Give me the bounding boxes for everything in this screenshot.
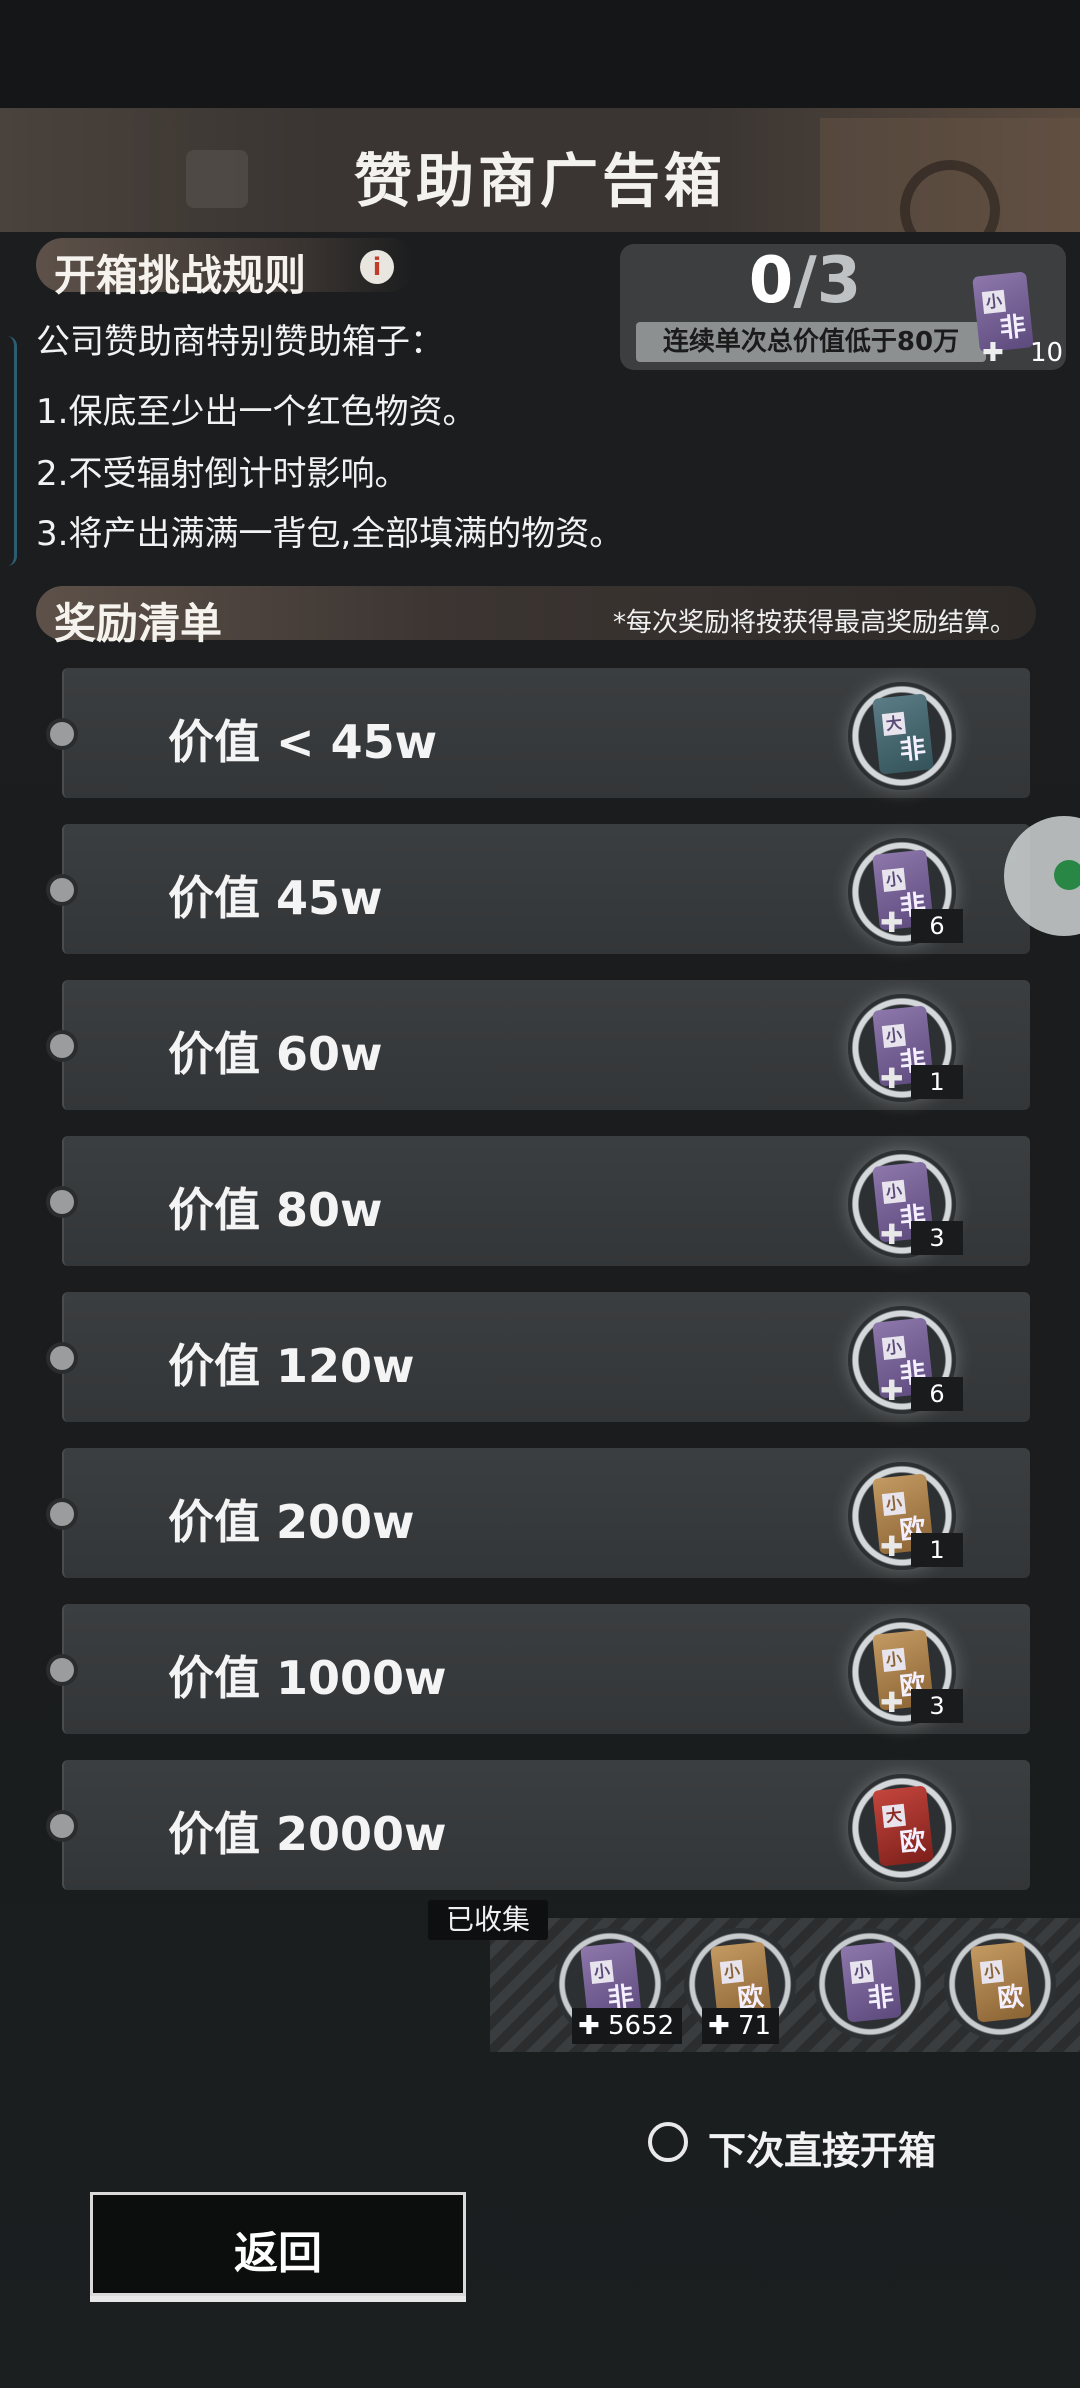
rules-line: 3.将产出满满一背包,全部填满的物资。 [36,514,624,554]
rewards-note: *每次奖励将按获得最高奖励结算。 [612,608,1016,638]
rewards-title-bar: 奖励清单 *每次奖励将按获得最高奖励结算。 [36,586,1036,648]
collected-count: ✚ 5652 [572,2008,683,2044]
puzzle-piece-icon: ✚ [708,2011,730,2041]
collected-bar: 小非 ✚ 5652 小欧 ✚ 71 小非 小欧 [490,1918,1080,2052]
chat-icon [1054,860,1080,890]
reward-medal[interactable]: 大欧 [848,1774,956,1882]
progress-current: 0 [748,244,794,318]
reward-qty: 6 [911,1377,963,1411]
reward-row-1000w: 价值 1000w 小欧 ✚ 3 [50,1604,1030,1734]
reward-qty: 1 [911,1533,963,1567]
progress-counter: 0/3 [620,244,990,318]
ticket-da-fei-icon: 大非 [872,693,934,775]
puzzle-piece-icon: ✚ [982,338,1004,368]
edge-handle [0,336,17,566]
challenge-progress-box: 0/3 连续单次总价值低于80万 小非 ✚ 10 [620,244,1066,370]
reward-label: 价值 2000w [168,1807,447,1861]
ticket-xiao-fei-icon: 小非 [840,1941,902,2023]
puzzle-piece-icon: ✚ [880,1686,904,1719]
bullet-dot [50,1658,74,1682]
bullet-dot [50,1346,74,1370]
reward-label: 价值 120w [168,1339,415,1393]
reward-row-2000w: 价值 2000w 大欧 [50,1760,1030,1890]
bullet-dot [50,722,74,746]
rules-title: 开箱挑战规则 [54,251,307,300]
progress-reward-qty: 10 [1030,338,1064,368]
reward-row-lt45w: 价值 < 45w 大非 [50,668,1030,798]
puzzle-piece-icon: ✚ [880,1218,904,1251]
reward-label: 价值 1000w [168,1651,447,1705]
collected-item[interactable]: 小欧 [944,1928,1056,2040]
ticket-xiao-ou-icon: 小欧 [970,1941,1032,2023]
radio-unchecked-icon[interactable] [648,2122,688,2162]
bullet-dot [50,878,74,902]
bullet-dot [50,1034,74,1058]
ticket-da-ou-icon: 大欧 [872,1785,934,1867]
reward-qty: 6 [911,909,963,943]
rewards-title: 奖励清单 [54,599,223,648]
bullet-dot [50,1190,74,1214]
reward-qty: 3 [911,1689,963,1723]
reward-qty: 1 [911,1065,963,1099]
bullet-dot [50,1814,74,1838]
info-icon[interactable]: i [360,250,394,284]
puzzle-piece-icon: ✚ [880,1062,904,1095]
reward-label: 价值 < 45w [168,715,438,769]
reward-row-200w: 价值 200w 小欧 ✚ 1 [50,1448,1030,1578]
puzzle-piece-icon: ✚ [578,2011,600,2041]
puzzle-piece-icon: ✚ [880,906,904,939]
page-title: 赞助商广告箱 [353,147,726,215]
back-button[interactable]: 返回 [90,2192,466,2296]
status-bar-area [0,0,1080,108]
reward-label: 价值 45w [168,871,383,925]
progress-total: /3 [793,244,862,318]
puzzle-piece-icon: ✚ [880,1374,904,1407]
reward-label: 价值 200w [168,1495,415,1549]
reward-row-120w: 价值 120w 小非 ✚ 6 [50,1292,1030,1422]
collected-item[interactable]: 小非 [814,1928,926,2040]
rules-line: 2.不受辐射倒计时影响。 [36,454,409,494]
back-button-label: 返回 [234,2228,322,2279]
collected-count: ✚ 71 [702,2008,780,2044]
reward-qty: 3 [911,1221,963,1255]
auto-open-label[interactable]: 下次直接开箱 [708,2120,936,2175]
rules-line: 1.保底至少出一个红色物资。 [36,392,477,432]
bullet-dot [50,1502,74,1526]
reward-label: 价值 60w [168,1027,383,1081]
page-header: 赞助商广告箱 [0,108,1080,232]
reward-row-80w: 价值 80w 小非 ✚ 3 [50,1136,1030,1266]
reward-row-45w: 价值 45w 小非 ✚ 6 [50,824,1030,954]
progress-caption: 连续单次总价值低于80万 [636,322,986,362]
reward-label: 价值 80w [168,1183,383,1237]
puzzle-piece-icon: ✚ [880,1530,904,1563]
rules-title-bar: 开箱挑战规则 i [36,238,416,300]
reward-medal[interactable]: 大非 [848,682,956,790]
collected-label: 已收集 [428,1900,548,1940]
rules-line: 公司赞助商特别赞助箱子： [36,322,444,362]
reward-row-60w: 价值 60w 小非 ✚ 1 [50,980,1030,1110]
